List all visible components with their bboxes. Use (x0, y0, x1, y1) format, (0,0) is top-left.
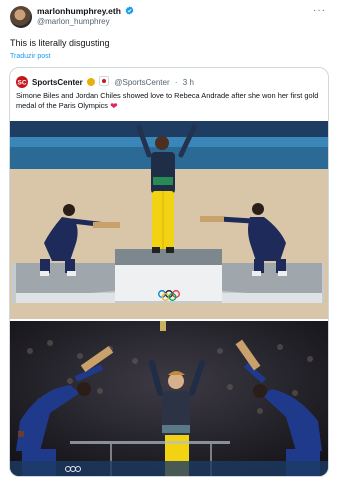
author-name-row[interactable]: marlonhumphrey.eth (37, 6, 134, 17)
quoted-time[interactable]: 3 h (183, 78, 194, 87)
verified-badge-icon (125, 6, 134, 15)
sportscenter-logo-icon[interactable]: SC (16, 76, 28, 88)
quoted-text: Simone Biles and Jordan Chiles showed lo… (16, 91, 322, 111)
quoted-author-name[interactable]: SportsCenter (32, 78, 83, 87)
podium-photo-bowing[interactable] (10, 321, 328, 476)
author-name[interactable]: marlonhumphrey.eth (37, 6, 121, 16)
quoted-author-row[interactable]: SportsCenter @SportsCenter · 3 h (32, 76, 194, 88)
author-avatar[interactable] (10, 6, 32, 28)
red-heart-icon: ❤ (110, 101, 118, 111)
tweet: marlonhumphrey.eth @marlon_humphrey ··· … (0, 0, 338, 477)
translate-link[interactable]: Traduzir post (10, 53, 51, 60)
podium-photo[interactable] (10, 121, 328, 319)
svg-text:SC: SC (17, 80, 26, 87)
author-handle[interactable]: @marlon_humphrey (37, 17, 110, 27)
quoted-author-handle[interactable]: @SportsCenter (114, 78, 169, 87)
tweet-text: This is literally disgusting (10, 38, 110, 48)
quoted-tweet-card[interactable]: SC SportsCenter @SportsCenter · 3 h Simo… (9, 67, 329, 477)
affiliate-badge-icon (99, 76, 110, 86)
quoted-text-body: Simone Biles and Jordan Chiles showed lo… (16, 91, 319, 110)
more-options-icon[interactable]: ··· (313, 5, 326, 16)
gold-verified-icon (86, 78, 95, 86)
separator-dot: · (174, 78, 178, 87)
